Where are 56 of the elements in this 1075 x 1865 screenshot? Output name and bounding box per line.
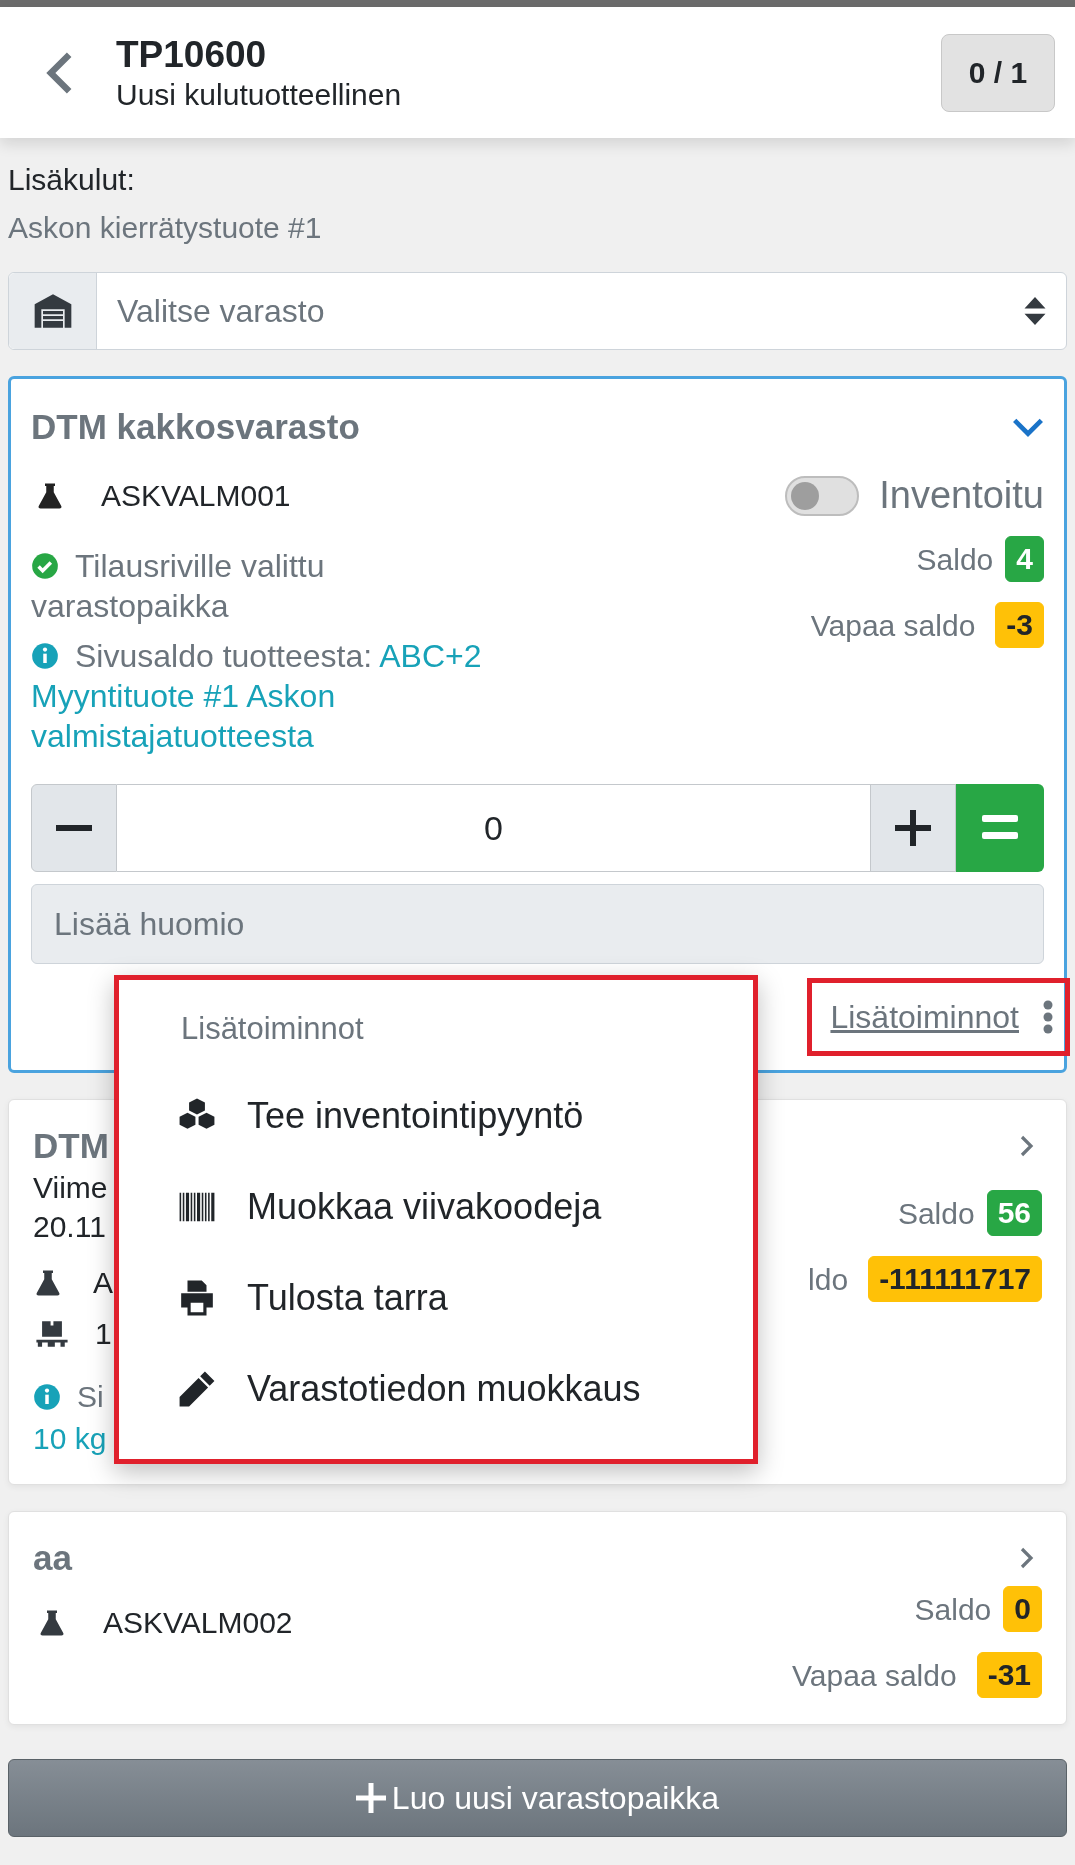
decrease-button[interactable] <box>31 784 117 872</box>
order-subtitle: Uusi kulutuotteellinen <box>116 76 403 113</box>
extra-cost-item: Askon kierrätystuote #1 <box>8 210 323 246</box>
count-badge: -31 <box>976 1652 1042 1698</box>
more-actions-link[interactable]: Lisätoiminnot <box>807 978 1070 1056</box>
pencil-icon <box>177 1370 217 1408</box>
side-balance-value: 10 kg <box>33 1421 108 1457</box>
warehouse-select[interactable]: Valitse varasto <box>8 272 1067 350</box>
quantity-input[interactable]: 0 <box>117 784 870 872</box>
toggle-label: Inventoitu <box>879 473 1044 518</box>
balance-label: ldo <box>808 1261 849 1298</box>
menu-item[interactable]: Varastotiedon muokkaus <box>119 1343 753 1435</box>
sort-icon <box>1024 297 1046 325</box>
detail-text: 20.11 <box>33 1209 107 1245</box>
chevron-down-icon <box>1012 417 1044 437</box>
note-input[interactable]: Lisää huomio <box>31 884 1044 964</box>
balance-label: Vapaa saldo <box>810 607 976 644</box>
balance-label: Saldo <box>897 1195 975 1232</box>
menu-item[interactable]: Tee inventointipyyntö <box>119 1070 753 1162</box>
warehouse-name: DTM <box>33 1125 109 1167</box>
plus-icon <box>895 810 931 846</box>
info-icon <box>33 1382 61 1411</box>
pallet-count: 1 <box>95 1316 112 1352</box>
increase-button[interactable] <box>870 784 956 872</box>
check-circle-icon <box>31 552 59 580</box>
product-code: ASKVALM002 <box>103 1605 293 1641</box>
count-badge: 56 <box>986 1190 1042 1236</box>
balance-label: Vapaa saldo <box>792 1657 957 1694</box>
plus-icon <box>355 1783 386 1813</box>
select-placeholder: Valitse varasto <box>116 292 326 331</box>
count-badge: 4 <box>1005 536 1044 582</box>
inventoried-toggle[interactable] <box>785 475 860 516</box>
counter-button[interactable]: 0 / 1 <box>941 33 1055 112</box>
equals-icon <box>982 815 1018 841</box>
warehouse-name: aa <box>33 1537 72 1579</box>
balance-label: Saldo <box>916 541 994 578</box>
side-balance-text: Si <box>77 1379 104 1415</box>
detail-text: Viime <box>33 1170 109 1206</box>
count-badge: -111111717 <box>868 1256 1042 1302</box>
warehouse-name: DTM kakkosvarasto <box>31 406 360 448</box>
section-label: Lisäkulut: <box>8 162 136 198</box>
product-code: A <box>93 1265 113 1301</box>
menu-item[interactable]: Muokkaa viivakoodeja <box>119 1161 753 1253</box>
minus-icon <box>56 824 92 832</box>
create-location-button[interactable]: Luo uusi varastopaikka <box>8 1759 1067 1837</box>
menu-item[interactable]: Tulosta tarra <box>119 1252 753 1344</box>
info-icon <box>31 642 59 670</box>
side-balance-text: Sivusaldo tuotteesta: ABC+2 Myyntituote #1 Askon valmistajatuotteesta <box>31 637 483 756</box>
status-text: Tilausriville valittu varastopaikka <box>31 547 326 626</box>
kebab-icon <box>1043 1000 1053 1034</box>
balance-label: Saldo <box>914 1591 992 1628</box>
product-code: ASKVALM001 <box>101 478 291 514</box>
order-title: TP10600 <box>116 32 268 77</box>
menu-header: Lisätoiminnot <box>180 1010 365 1048</box>
count-badge: 0 <box>1003 1586 1042 1632</box>
count-badge: -3 <box>995 602 1044 648</box>
